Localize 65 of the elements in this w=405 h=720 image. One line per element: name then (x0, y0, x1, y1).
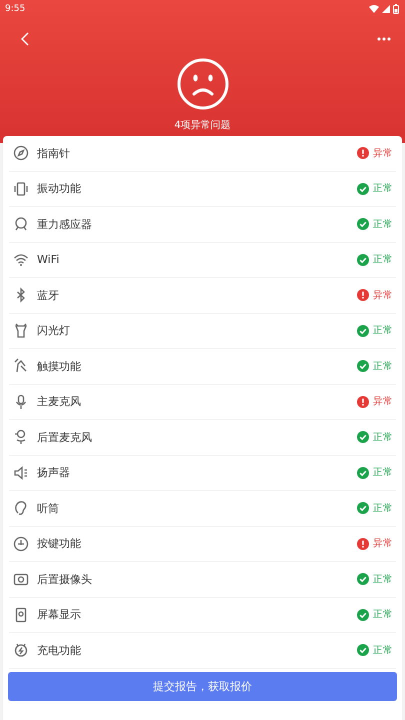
item-label: 后置摄像头 (37, 572, 93, 587)
back-icon[interactable] (20, 32, 30, 46)
item-label: 指南针 (37, 146, 71, 161)
item-label: 闪光灯 (37, 323, 71, 338)
status-text: 正常 (373, 572, 393, 586)
item-label: 后置麦克风 (37, 430, 93, 445)
check-item[interactable]: 听筒 正常 (9, 491, 396, 526)
check-item[interactable]: 主麦克风 异常 (9, 384, 396, 420)
power-icon (13, 536, 29, 552)
item-label: 充电功能 (37, 642, 82, 658)
signal-icon (382, 5, 390, 13)
ear-icon (13, 500, 29, 516)
wifi-icon (13, 252, 29, 268)
status-text: 正常 (373, 502, 393, 515)
check-item[interactable]: 后置麦克风 正常 (9, 420, 396, 456)
item-label: 屏幕显示 (37, 607, 82, 622)
status-text: 正常 (373, 218, 393, 231)
more-icon[interactable] (377, 37, 391, 41)
status-text: 正常 (373, 430, 393, 444)
sad-face-icon (176, 58, 228, 110)
item-label: 重力感应器 (37, 216, 93, 232)
check-item[interactable]: 按键功能 异常 (9, 526, 396, 562)
wifi-icon (369, 5, 379, 13)
check-item[interactable]: 充电功能 正常 (9, 633, 396, 668)
check-item[interactable]: 重力感应器 正常 (9, 207, 396, 242)
camera-icon (13, 571, 29, 588)
status-text: 正常 (373, 182, 393, 196)
phone-icon (13, 180, 29, 197)
item-label: 听筒 (37, 500, 60, 516)
status-text: 正常 (373, 608, 393, 622)
speaker-icon (13, 464, 29, 481)
charging-icon (13, 642, 29, 658)
status-text: 正常 (373, 466, 393, 480)
battery-icon (393, 4, 399, 14)
status-text: 正常 (373, 324, 393, 338)
status-text: 异常 (373, 395, 393, 408)
check-item[interactable]: 后置摄像头 正常 (9, 562, 396, 598)
item-label: 触摸功能 (37, 358, 82, 374)
submit-button[interactable]: 提交报告，获取报价 (8, 672, 397, 700)
status-text: 异常 (373, 146, 393, 160)
screen-icon (13, 606, 29, 623)
item-label: 蓝牙 (37, 288, 60, 303)
check-item[interactable]: 扬声器 正常 (9, 456, 396, 491)
status-text: 正常 (373, 644, 393, 657)
check-item[interactable]: 屏幕显示 正常 (9, 598, 396, 633)
item-label: 按键功能 (37, 536, 82, 552)
check-item[interactable]: 振动功能 正常 (9, 172, 396, 207)
status-text: 异常 (373, 288, 393, 302)
check-item[interactable]: WiFi 正常 (9, 242, 396, 278)
check-item[interactable]: 指南针 异常 (9, 136, 396, 172)
item-label: 振动功能 (37, 181, 82, 196)
item-label: WiFi (37, 253, 60, 266)
status-text: 正常 (373, 360, 393, 373)
check-item[interactable]: 闪光灯 正常 (9, 314, 396, 349)
status-time: 9:55 (5, 4, 26, 14)
compass-icon (13, 145, 29, 162)
summary-text: 4项异常问题 (174, 118, 231, 132)
microphone-icon (13, 394, 29, 410)
item-label: 主麦克风 (37, 394, 82, 410)
flashlight-icon (13, 322, 29, 339)
check-item[interactable]: 蓝牙 异常 (9, 278, 396, 314)
status-text: 异常 (373, 537, 393, 550)
status-text: 正常 (373, 253, 393, 266)
check-item[interactable]: 触摸功能 正常 (9, 349, 396, 384)
item-label: 扬声器 (37, 465, 71, 480)
